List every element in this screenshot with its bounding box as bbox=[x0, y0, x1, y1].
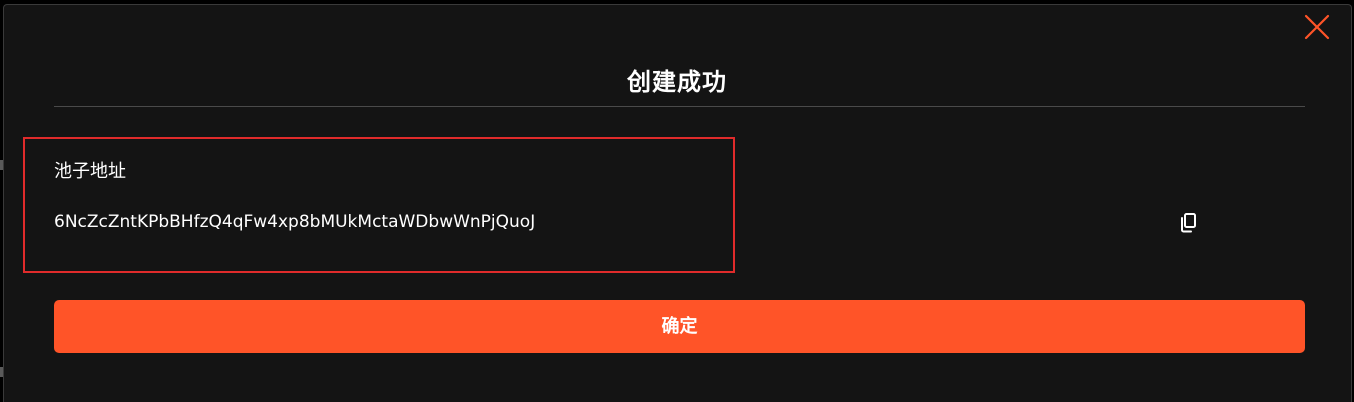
title-divider bbox=[54, 106, 1305, 107]
close-button[interactable] bbox=[1302, 12, 1332, 42]
address-highlight-box bbox=[23, 137, 735, 273]
dialog-title: 创建成功 bbox=[627, 68, 727, 96]
pool-address-label: 池子地址 bbox=[54, 161, 126, 182]
close-icon bbox=[1304, 14, 1330, 40]
pool-address-value[interactable]: 6NcZcZntKPbBHfzQ4qFw4xp8bMUkMctaWDbwWnPj… bbox=[54, 208, 535, 236]
confirm-button[interactable]: 确定 bbox=[54, 300, 1305, 353]
copy-address-button[interactable] bbox=[1178, 211, 1200, 235]
copy-icon bbox=[1181, 213, 1196, 233]
